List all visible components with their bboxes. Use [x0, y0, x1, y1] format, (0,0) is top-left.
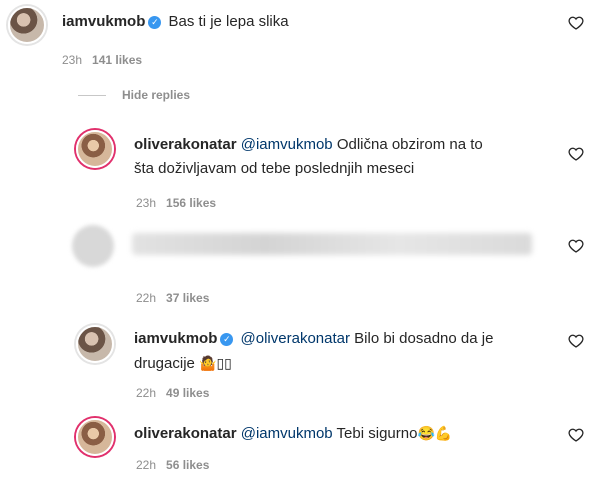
- mention-link[interactable]: @iamvukmob: [241, 425, 333, 442]
- username[interactable]: oliverakonatar: [134, 136, 237, 153]
- comment-body: Bilo bi dosadno da je: [354, 330, 494, 347]
- comment-meta: 22h 56 likes: [136, 458, 209, 472]
- heart-icon[interactable]: [568, 146, 584, 162]
- likes-count[interactable]: 56 likes: [166, 458, 209, 472]
- heart-icon[interactable]: [568, 15, 584, 31]
- comment-body: Tebi sigurno: [336, 425, 418, 442]
- likes-count[interactable]: 37 likes: [166, 291, 209, 305]
- comment-meta: 22h 37 likes: [136, 291, 209, 305]
- timestamp: 22h: [136, 291, 157, 305]
- avatar[interactable]: [76, 130, 114, 168]
- heart-icon[interactable]: [568, 238, 584, 254]
- timestamp: 23h: [136, 196, 157, 210]
- mention-link[interactable]: @oliverakonatar: [241, 330, 350, 347]
- username[interactable]: iamvukmob: [62, 13, 145, 30]
- comment-text: iamvukmob ✓ Bas ti je lepa slika: [62, 10, 289, 34]
- likes-count[interactable]: 141 likes: [92, 53, 142, 67]
- divider: [78, 95, 106, 97]
- emoji: 😂💪: [417, 425, 453, 441]
- avatar[interactable]: [76, 325, 114, 363]
- comment-text-line2: šta doživljavam od tebe poslednjih mesec…: [134, 160, 415, 177]
- username[interactable]: oliverakonatar: [134, 425, 237, 442]
- username[interactable]: iamvukmob: [134, 330, 217, 347]
- likes-count[interactable]: 156 likes: [166, 196, 216, 210]
- heart-icon[interactable]: [568, 427, 584, 443]
- comment-meta: 22h 49 likes: [136, 386, 209, 400]
- emoji: 🤷▯▯: [199, 355, 232, 371]
- comment-text: oliverakonatar @iamvukmob Tebi sigurno😂💪: [134, 421, 452, 446]
- comment-text-line2: drugacije 🤷▯▯: [134, 355, 232, 372]
- hide-replies-button[interactable]: Hide replies: [78, 88, 190, 102]
- blurred-avatar: [72, 225, 114, 267]
- timestamp: 22h: [136, 386, 157, 400]
- comment-meta: 23h 141 likes: [62, 53, 142, 67]
- avatar[interactable]: [8, 6, 46, 44]
- comment-meta: 23h 156 likes: [136, 196, 216, 210]
- comment-body: Bas ti je lepa slika: [168, 13, 289, 30]
- blurred-comment: [132, 233, 532, 255]
- likes-count[interactable]: 49 likes: [166, 386, 209, 400]
- comment-text: iamvukmob ✓ @oliverakonatar Bilo bi dosad…: [134, 327, 493, 351]
- comment-body: Odlična obzirom na to: [336, 136, 483, 153]
- heart-icon[interactable]: [568, 333, 584, 349]
- mention-link[interactable]: @iamvukmob: [241, 136, 333, 153]
- comment-text: oliverakonatar @iamvukmob Odlična obziro…: [134, 133, 483, 157]
- timestamp: 22h: [136, 458, 157, 472]
- avatar[interactable]: [76, 418, 114, 456]
- verified-badge-icon: ✓: [220, 333, 234, 346]
- verified-badge-icon: ✓: [148, 16, 162, 29]
- timestamp: 23h: [62, 53, 83, 67]
